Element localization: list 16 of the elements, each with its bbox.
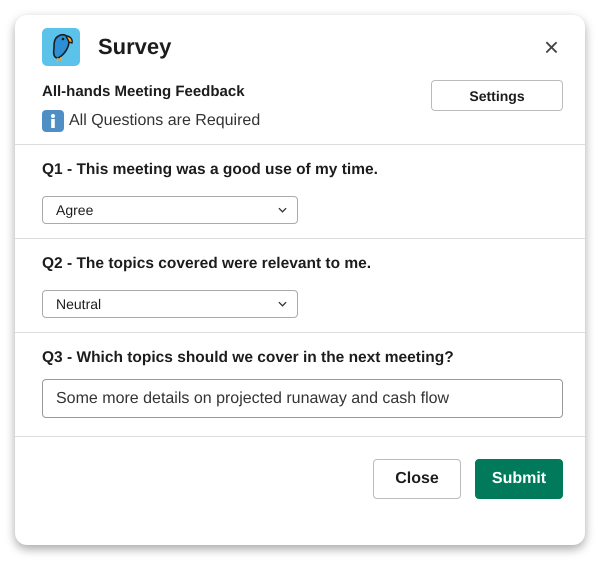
- survey-heading: All-hands Meeting Feedback: [42, 83, 246, 100]
- question-label: Q3 - Which topics should we cover in the next meeting?: [42, 349, 455, 367]
- close-button[interactable]: Close: [373, 459, 461, 499]
- question-label: Q2 - The topics covered were relevant to me.: [42, 255, 372, 273]
- settings-button[interactable]: Settings: [431, 80, 563, 111]
- parrot-logo-icon: [42, 28, 80, 66]
- answer-field[interactable]: Some more details on projected runaway and cash flow: [42, 379, 563, 418]
- info-icon: [42, 110, 64, 132]
- caret-icon: [278, 301, 287, 307]
- dialog-title: Survey: [98, 34, 172, 60]
- required-note: All Questions are Required: [69, 112, 260, 130]
- caret-icon: [278, 207, 287, 213]
- question-label: Q1 - This meeting was a good use of my time.: [42, 161, 379, 179]
- submit-button[interactable]: Submit: [475, 459, 563, 499]
- answer-dropdown[interactable]: Neutral: [42, 290, 298, 318]
- answer-dropdown[interactable]: Agree: [42, 196, 298, 224]
